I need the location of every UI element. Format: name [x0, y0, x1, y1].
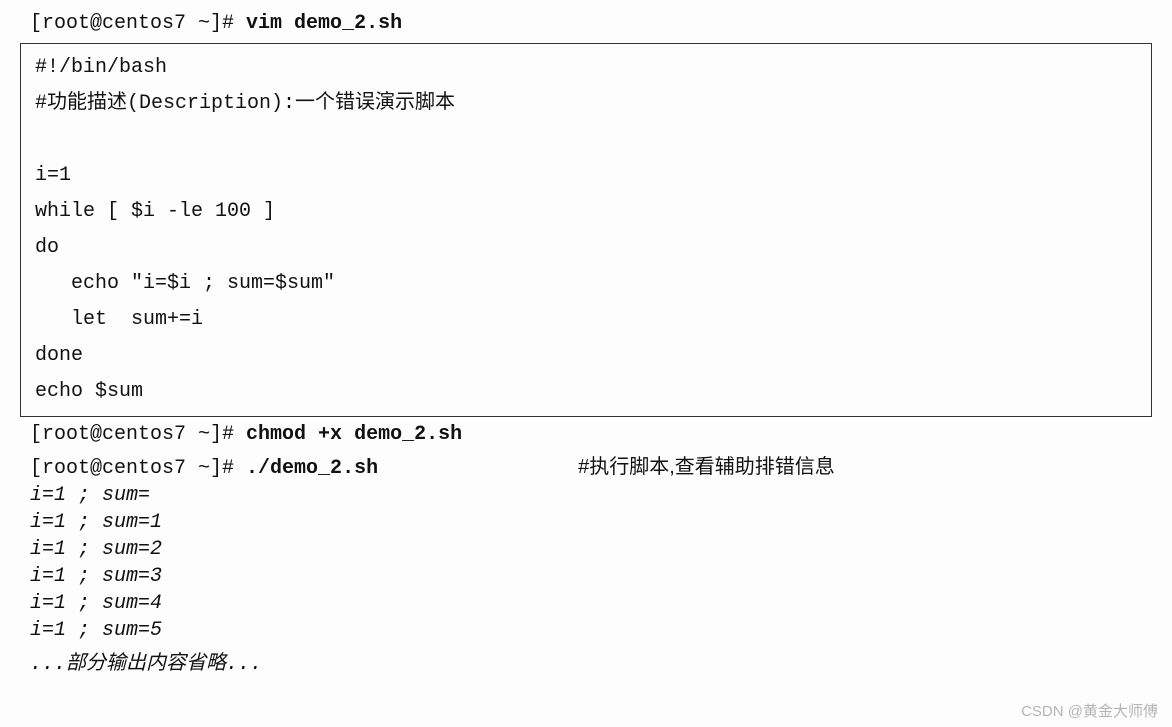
output-line: i=1 ; sum=2	[0, 536, 1172, 563]
watermark: CSDN @黄金大师傅	[1021, 700, 1158, 721]
output-line: i=1 ; sum=4	[0, 590, 1172, 617]
output-line: i=1 ; sum=3	[0, 563, 1172, 590]
prompt: [root@centos7 ~]#	[30, 12, 246, 35]
output-line: i=1 ; sum=5	[0, 617, 1172, 644]
prompt: [root@centos7 ~]#	[30, 423, 246, 446]
output-line: i=1 ; sum=	[0, 482, 1172, 509]
script-line: #!/bin/bash	[35, 56, 167, 79]
script-line: echo $sum	[35, 380, 143, 403]
script-line: while [ $i -le 100 ]	[35, 200, 275, 223]
script-line: done	[35, 344, 83, 367]
command: chmod +x demo_2.sh	[246, 423, 462, 446]
command-line-3: [root@centos7 ~]# ./demo_2.sh #执行脚本,查看辅助排…	[0, 448, 1172, 482]
script-line: let sum+=i	[35, 308, 203, 331]
command: vim demo_2.sh	[246, 12, 402, 35]
command: ./demo_2.sh	[246, 457, 378, 480]
script-content-box: #!/bin/bash #功能描述(Description):一个错误演示脚本 …	[20, 43, 1152, 417]
script-line: do	[35, 236, 59, 259]
script-line: #功能描述(Description):一个错误演示脚本	[35, 92, 455, 115]
command-line-2: [root@centos7 ~]# chmod +x demo_2.sh	[0, 421, 1172, 448]
output-ellipsis: ...部分输出内容省略...	[0, 644, 1172, 678]
script-line: echo "i=$i ; sum=$sum"	[35, 272, 335, 295]
inline-comment: #执行脚本,查看辅助排错信息	[578, 450, 835, 479]
output-line: i=1 ; sum=1	[0, 509, 1172, 536]
script-line: i=1	[35, 164, 71, 187]
command-line-1: [root@centos7 ~]# vim demo_2.sh	[0, 10, 1172, 37]
prompt: [root@centos7 ~]#	[30, 457, 246, 480]
